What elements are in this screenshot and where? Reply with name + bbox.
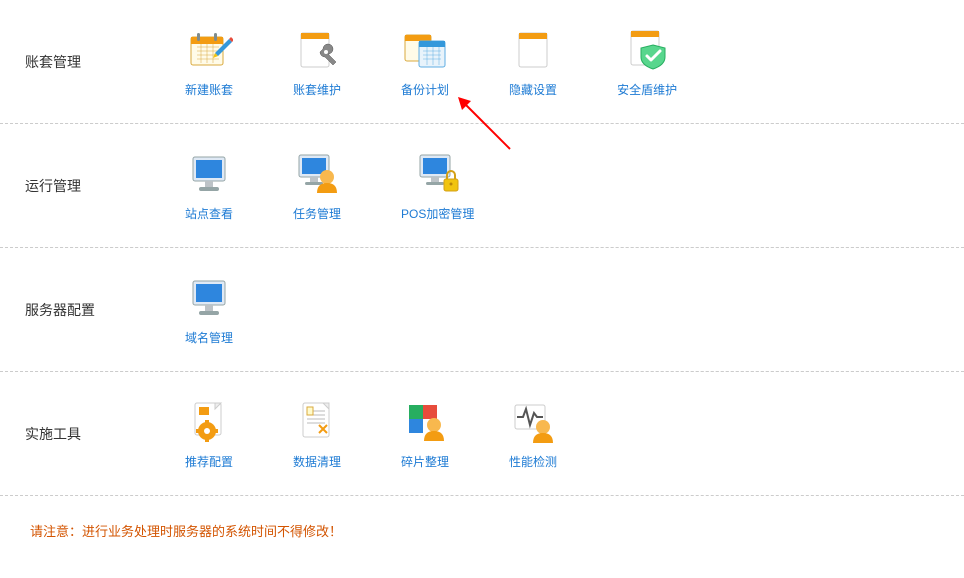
item-label: 域名管理 xyxy=(185,329,233,346)
item-label: 账套维护 xyxy=(293,81,341,98)
calendar-pencil-icon xyxy=(185,25,233,73)
item-recommend-config[interactable]: 推荐配置 xyxy=(185,397,233,470)
item-label: 数据清理 xyxy=(293,453,341,470)
item-label: 推荐配置 xyxy=(185,453,233,470)
item-label: 碎片整理 xyxy=(401,453,449,470)
monitor-blue-icon xyxy=(185,273,233,321)
admin-panel: 账套管理 xyxy=(0,0,964,565)
item-label: POS加密管理 xyxy=(401,205,474,222)
item-label: 备份计划 xyxy=(401,81,449,98)
item-data-clean[interactable]: 数据清理 xyxy=(293,397,341,470)
calendars-icon xyxy=(401,25,449,73)
item-label: 性能检测 xyxy=(509,453,557,470)
section-label: 服务器配置 xyxy=(0,273,170,346)
notice-text: 请注意：进行业务处理时服务器的系统时间不得修改！ xyxy=(0,496,964,565)
item-label: 站点查看 xyxy=(185,205,233,222)
item-label: 新建账套 xyxy=(185,81,233,98)
item-label: 任务管理 xyxy=(293,205,341,222)
item-security-shield[interactable]: 安全盾维护 xyxy=(617,25,677,98)
section-runtime: 运行管理 站点查看 xyxy=(0,123,964,248)
section-account: 账套管理 xyxy=(0,0,964,124)
pulse-user-icon xyxy=(509,397,557,445)
page-lines-icon xyxy=(293,397,341,445)
items-row: 推荐配置 数据清理 xyxy=(170,397,557,470)
section-label: 运行管理 xyxy=(0,149,170,222)
item-label: 安全盾维护 xyxy=(617,81,677,98)
section-tools: 实施工具 推荐配置 xyxy=(0,371,964,496)
item-label: 隐藏设置 xyxy=(509,81,557,98)
section-label: 实施工具 xyxy=(0,397,170,470)
monitor-lock-icon xyxy=(414,149,462,197)
item-backup-plan[interactable]: 备份计划 xyxy=(401,25,449,98)
section-label: 账套管理 xyxy=(0,25,170,98)
item-new-account[interactable]: 新建账套 xyxy=(185,25,233,98)
page-gear-icon xyxy=(185,397,233,445)
page-orange-icon xyxy=(509,25,557,73)
item-task-manage[interactable]: 任务管理 xyxy=(293,149,341,222)
items-row: 域名管理 xyxy=(170,273,233,346)
shield-check-icon xyxy=(623,25,671,73)
item-site-view[interactable]: 站点查看 xyxy=(185,149,233,222)
item-account-maintain[interactable]: 账套维护 xyxy=(293,25,341,98)
monitor-user-icon xyxy=(293,149,341,197)
item-domain-manage[interactable]: 域名管理 xyxy=(185,273,233,346)
puzzle-user-icon xyxy=(401,397,449,445)
item-pos-encrypt[interactable]: POS加密管理 xyxy=(401,149,474,222)
item-fragment-sort[interactable]: 碎片整理 xyxy=(401,397,449,470)
section-server: 服务器配置 域名管理 xyxy=(0,247,964,372)
page-wrench-icon xyxy=(293,25,341,73)
monitor-blue-icon xyxy=(185,149,233,197)
item-performance-test[interactable]: 性能检测 xyxy=(509,397,557,470)
items-row: 站点查看 任务管理 xyxy=(170,149,474,222)
items-row: 新建账套 账套维护 xyxy=(170,25,677,98)
item-hidden-settings[interactable]: 隐藏设置 xyxy=(509,25,557,98)
